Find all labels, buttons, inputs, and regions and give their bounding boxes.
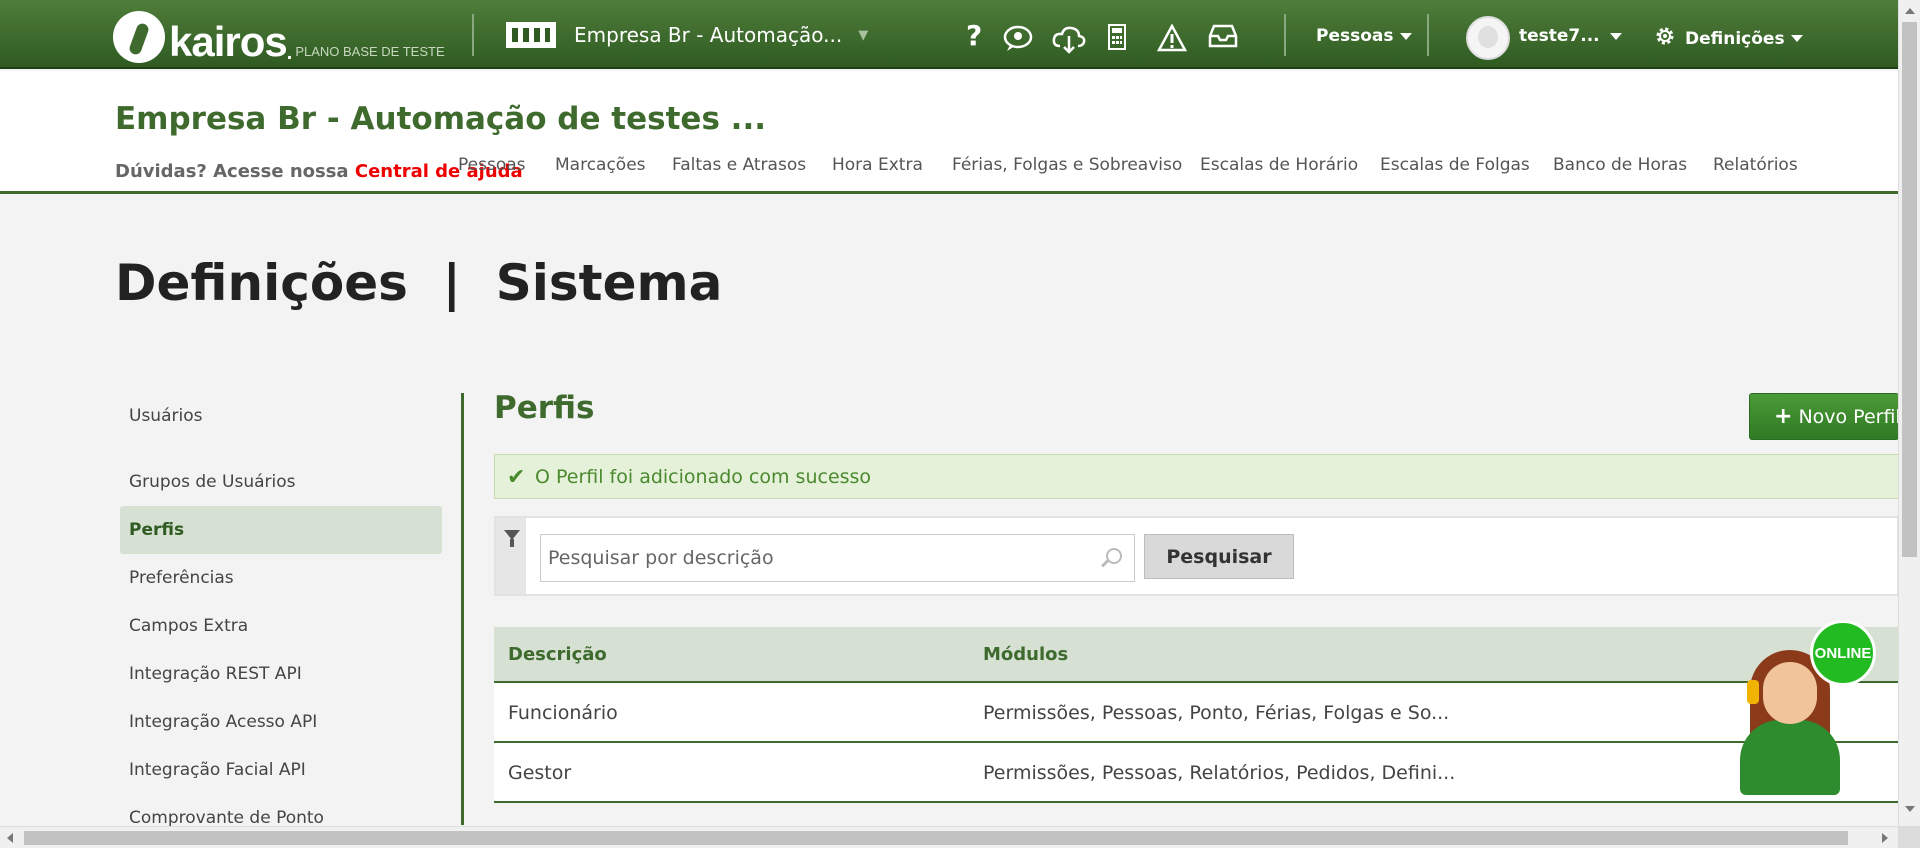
user-menu[interactable]: teste7...	[1519, 26, 1622, 46]
page-header: Empresa Br - Automação de testes ... Dúv…	[0, 71, 1898, 194]
sidebar-item-rest-api[interactable]: Integração REST API	[120, 650, 442, 698]
nav-item-escalas-folgas[interactable]: Escalas de Folgas	[1380, 155, 1530, 175]
sidebar-item-grupos-usuarios[interactable]: Grupos de Usuários	[120, 458, 442, 506]
scroll-down-icon[interactable]	[1905, 806, 1915, 812]
warning-icon[interactable]	[1157, 24, 1187, 52]
filter-panel: Pesquisar	[494, 516, 1899, 596]
logo-dot: .	[286, 42, 292, 64]
definicoes-menu-label: Definições	[1685, 28, 1785, 49]
avatar[interactable]	[1466, 16, 1510, 60]
column-header-modulos[interactable]: Módulos	[983, 644, 1068, 665]
sidebar-item-facial-api[interactable]: Integração Facial API	[120, 746, 442, 794]
calculator-icon[interactable]	[1107, 24, 1127, 50]
column-header-descricao[interactable]: Descrição	[508, 644, 607, 665]
success-message: O Perfil foi adicionado com sucesso	[535, 465, 872, 488]
nav-item-banco-horas[interactable]: Banco de Horas	[1553, 155, 1687, 175]
horizontal-scrollbar[interactable]	[0, 826, 1898, 848]
support-chat-widget[interactable]: ONLINE	[1735, 620, 1876, 795]
user-menu-label: teste7...	[1519, 26, 1600, 46]
sidebar-item-perfis[interactable]: Perfis	[120, 506, 442, 554]
table-header: Descrição Módulos	[494, 627, 1899, 683]
logo-text: kairos	[169, 18, 288, 65]
divider	[1427, 14, 1429, 56]
sidebar-item-preferencias[interactable]: Preferências	[120, 554, 442, 602]
success-alert: ✔ O Perfil foi adicionado com sucesso	[494, 454, 1899, 499]
nav-item-hora-extra[interactable]: Hora Extra	[832, 155, 923, 175]
nav-item-relatorios[interactable]: Relatórios	[1713, 155, 1798, 175]
headset-icon	[1747, 680, 1759, 704]
caret-down-icon	[1790, 35, 1803, 42]
scroll-left-icon[interactable]	[7, 833, 13, 843]
help-prefix: Dúvidas? Acesse nossa	[115, 161, 355, 182]
kairos-logo[interactable]: kairos. PLANO BASE DE TESTE	[113, 7, 445, 63]
table-row[interactable]: Funcionário Permissões, Pessoas, Ponto, …	[494, 683, 1899, 743]
company-selector-label: Empresa Br - Automação...	[574, 23, 843, 47]
search-button[interactable]: Pesquisar	[1144, 534, 1294, 579]
vertical-scroll-thumb[interactable]	[1902, 22, 1917, 557]
agent-face	[1763, 662, 1817, 724]
search-input[interactable]	[540, 534, 1135, 582]
table-row[interactable]: Gestor Permissões, Pessoas, Relatórios, …	[494, 743, 1899, 803]
nav-item-pessoas[interactable]: Pessoas	[458, 155, 526, 175]
scroll-up-icon[interactable]	[1905, 8, 1915, 14]
top-navbar: kairos. PLANO BASE DE TESTE Empresa Br -…	[0, 0, 1898, 69]
company-title: Empresa Br - Automação de testes ...	[115, 101, 767, 137]
chat-icon[interactable]	[1002, 24, 1034, 52]
page-title: Definições | Sistema	[115, 254, 723, 312]
caret-down-icon	[1609, 32, 1622, 40]
divider	[1284, 14, 1286, 56]
filter-toggle[interactable]	[496, 518, 526, 594]
definicoes-menu[interactable]: Definições	[1653, 24, 1803, 53]
online-badge: ONLINE	[1810, 620, 1876, 686]
divider	[472, 14, 474, 56]
caret-down-icon: ▼	[858, 27, 869, 43]
sidebar-item-acesso-api[interactable]: Integração Acesso API	[120, 698, 442, 746]
plan-label: PLANO BASE DE TESTE	[295, 44, 445, 59]
agent-body	[1740, 720, 1840, 795]
nav-item-faltas-atrasos[interactable]: Faltas e Atrasos	[672, 155, 806, 175]
cell-descricao: Funcionário	[508, 702, 618, 724]
check-icon: ✔	[507, 465, 526, 490]
caret-down-icon	[1399, 32, 1412, 40]
new-profile-button[interactable]: + Novo Perfil	[1749, 393, 1899, 440]
cell-descricao: Gestor	[508, 762, 572, 784]
pessoas-menu[interactable]: Pessoas	[1316, 26, 1412, 46]
sidebar-item-usuarios[interactable]: Usuários	[120, 392, 442, 440]
nav-item-marcacoes[interactable]: Marcações	[555, 155, 646, 175]
filter-icon	[504, 530, 520, 547]
cell-modulos: Permissões, Pessoas, Relatórios, Pedidos…	[983, 762, 1456, 784]
section-title: Perfis	[494, 390, 595, 426]
sidebar-item-campos-extra[interactable]: Campos Extra	[120, 602, 442, 650]
new-profile-label: Novo Perfil	[1798, 405, 1899, 428]
profiles-table: Descrição Módulos Funcionário Permissões…	[494, 627, 1899, 803]
vertical-scrollbar[interactable]	[1898, 0, 1920, 848]
logo-mark-icon	[113, 11, 165, 63]
plus-icon: +	[1774, 404, 1793, 429]
gear-icon	[1653, 24, 1677, 53]
nav-item-ferias-folgas[interactable]: Férias, Folgas e Sobreaviso	[952, 155, 1182, 175]
help-icon[interactable]: ?	[966, 22, 982, 50]
sidebar-divider	[461, 393, 464, 825]
cell-modulos: Permissões, Pessoas, Ponto, Férias, Folg…	[983, 702, 1450, 724]
pessoas-menu-label: Pessoas	[1316, 26, 1394, 46]
nav-item-escalas-horario[interactable]: Escalas de Horário	[1200, 155, 1358, 175]
horizontal-scroll-thumb[interactable]	[24, 831, 1848, 845]
company-selector[interactable]: Empresa Br - Automação... ▼	[506, 22, 868, 48]
building-icon	[506, 22, 556, 48]
scrollbar-corner	[1898, 826, 1920, 848]
scroll-right-icon[interactable]	[1882, 833, 1888, 843]
search-icon	[1106, 548, 1122, 564]
cloud-download-icon[interactable]	[1051, 24, 1087, 54]
inbox-icon[interactable]	[1208, 24, 1238, 48]
